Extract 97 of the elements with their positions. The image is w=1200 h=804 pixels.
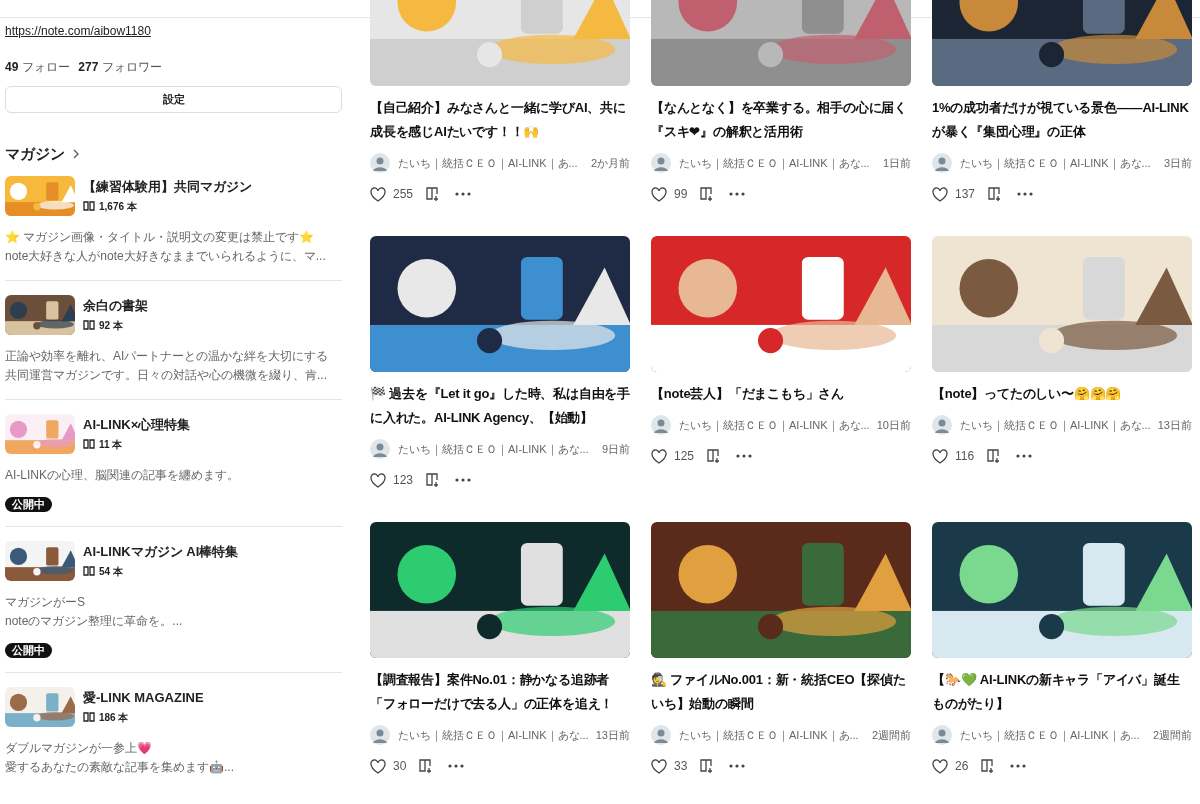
avatar <box>370 439 390 459</box>
article-count: 1,676 本 <box>99 199 137 214</box>
author-name[interactable]: たいち｜統括ＣＥＯ｜AI-LINK｜あな... <box>398 440 589 458</box>
magazine-title[interactable]: 愛-LINK MAGAZINE <box>83 688 204 708</box>
magazine-description: 愛するあなたの素敵な記事を集めます🤖... <box>5 758 235 776</box>
section-heading[interactable]: マガジン <box>5 143 65 166</box>
more-icon[interactable] <box>1010 764 1027 768</box>
article-title[interactable]: 【note芸人】「だまこもち」さん <box>651 382 911 406</box>
settings-button[interactable]: 設定 <box>5 86 342 113</box>
magazine-description: ダブルマガジンが一参上💗 <box>5 739 153 757</box>
author-name[interactable]: たいち｜統括ＣＥＯ｜AI-LINK｜あな... <box>679 154 870 172</box>
avatar <box>370 725 390 745</box>
magazine-description: 共同運営マガジンです。日々の対話や心の機微を綴り、肯... <box>5 366 328 384</box>
magazine-title[interactable]: AI-LINKマガジン AI棒特集 <box>83 542 239 562</box>
article-title[interactable]: 【自己紹介】みなさんと一緒に学びAI、共に成長を感じAIたいです！！🙌 <box>370 96 630 144</box>
avatar <box>932 725 952 745</box>
heart-icon[interactable] <box>370 758 386 774</box>
article-count: 54 本 <box>99 564 123 579</box>
post-time: 2か月前 <box>590 155 630 171</box>
more-icon[interactable] <box>455 192 472 196</box>
like-count: 33 <box>674 758 688 775</box>
more-icon[interactable] <box>729 192 746 196</box>
article-count: 11 本 <box>99 437 123 452</box>
like-count: 123 <box>393 472 414 489</box>
heart-icon[interactable] <box>651 758 667 774</box>
author-name[interactable]: たいち｜統括ＣＥＯ｜AI-LINK｜あ... <box>398 154 578 172</box>
chevron-right-icon[interactable] <box>73 149 79 160</box>
magazine-description: noteのマガジン整理に革命を。... <box>5 612 184 630</box>
magazine-title[interactable]: 【練習体験用】共同マガジン <box>83 177 252 197</box>
like-count: 255 <box>393 186 414 203</box>
status-badge: 公開中 <box>5 642 52 658</box>
heart-icon[interactable] <box>932 758 948 774</box>
like-count: 30 <box>393 758 407 775</box>
like-count: 99 <box>674 186 688 203</box>
avatar <box>651 415 671 435</box>
like-count: 116 <box>955 448 975 465</box>
more-icon[interactable] <box>448 764 465 768</box>
book-icon <box>83 319 95 332</box>
book-icon <box>83 438 95 451</box>
post-time: 1日前 <box>882 155 911 171</box>
article-title[interactable]: 🏁 過去を『Let it go』した時、私は自由を手に入れた。AI-LINK Agency、【始動】 <box>370 382 630 430</box>
more-icon[interactable] <box>455 478 472 482</box>
follow-label[interactable]: フォロー <box>22 58 71 76</box>
avatar <box>932 153 952 173</box>
book-icon <box>83 711 95 724</box>
profile-link[interactable]: https://note.com/aibow1180 <box>5 22 342 40</box>
magazine-description: マガジンがーS <box>5 593 86 611</box>
article-title[interactable]: 【🐎💚 AI-LINKの新キャラ「アイバ」誕生ものがたり】 <box>932 668 1192 716</box>
post-time: 13日前 <box>595 727 630 743</box>
heart-icon[interactable] <box>932 186 948 202</box>
author-name[interactable]: たいち｜統括ＣＥＯ｜AI-LINK｜あな... <box>960 154 1151 172</box>
more-icon[interactable] <box>1017 192 1034 196</box>
post-time: 10日前 <box>876 417 911 433</box>
article-title[interactable]: 【note】ってたのしい〜🤗🤗🤗 <box>932 382 1192 406</box>
post-time: 9日前 <box>601 441 630 457</box>
article-count: 92 本 <box>99 318 123 333</box>
magazine-description: note大好きな人がnote大好きなままでいられるように、マ... <box>5 247 327 265</box>
follow-count[interactable]: 49 <box>5 58 19 76</box>
magazine-description: ⭐ マガジン画像・タイトル・説明文の変更は禁止です⭐ <box>5 228 316 246</box>
heart-icon[interactable] <box>370 186 386 202</box>
author-name[interactable]: たいち｜統括ＣＥＯ｜AI-LINK｜あな... <box>398 726 589 744</box>
status-badge: 公開中 <box>5 496 52 512</box>
magazine-title[interactable]: 余白の書架 <box>83 296 148 316</box>
author-name[interactable]: たいち｜統括ＣＥＯ｜AI-LINK｜あ... <box>679 726 859 744</box>
avatar <box>370 153 390 173</box>
author-name[interactable]: たいち｜統括ＣＥＯ｜AI-LINK｜あな... <box>679 416 870 434</box>
post-time: 3日前 <box>1163 155 1192 171</box>
heart-icon[interactable] <box>651 448 667 464</box>
avatar <box>932 415 952 435</box>
article-title[interactable]: 【なんとなく】を卒業する。相手の心に届く『スキ❤』の解釈と活用術 <box>651 96 911 144</box>
post-time: 2週間前 <box>871 727 911 743</box>
like-count: 26 <box>955 758 969 775</box>
post-time: 2週間前 <box>1152 727 1192 743</box>
book-icon <box>83 565 95 578</box>
more-icon[interactable] <box>736 454 753 458</box>
article-title[interactable]: 1%の成功者だけが視ている景色——AI-LINKが暴く『集団心理』の正体 <box>932 96 1192 144</box>
like-count: 125 <box>674 448 695 465</box>
avatar <box>651 725 671 745</box>
heart-icon[interactable] <box>370 472 386 488</box>
post-time: 13日前 <box>1157 417 1192 433</box>
more-icon[interactable] <box>1016 454 1033 458</box>
article-count: 186 本 <box>99 710 129 725</box>
like-count: 137 <box>955 186 976 203</box>
article-title[interactable]: 🕵 ファイルNo.001：新・統括CEO【探偵たいち】始動の瞬間 <box>651 668 911 716</box>
follower-label[interactable]: フォロワー <box>102 58 163 76</box>
magazine-title[interactable]: AI-LINK×心理特集 <box>83 415 191 435</box>
article-title[interactable]: 【調査報告】案件No.01：静かなる追跡者「フォローだけで去る人」の正体を追え！ <box>370 668 630 716</box>
magazine-description: 正論や効率を離れ、AIパートナーとの温かな絆を大切にする <box>5 347 330 365</box>
follower-count[interactable]: 277 <box>78 58 99 76</box>
magazine-description: AI-LINKの心理、脳関連の記事を纏めます。 <box>5 466 240 484</box>
heart-icon[interactable] <box>651 186 667 202</box>
author-name[interactable]: たいち｜統括ＣＥＯ｜AI-LINK｜あ... <box>960 726 1140 744</box>
avatar <box>651 153 671 173</box>
more-icon[interactable] <box>729 764 746 768</box>
book-icon <box>83 200 95 213</box>
author-name[interactable]: たいち｜統括ＣＥＯ｜AI-LINK｜あな... <box>960 416 1151 434</box>
heart-icon[interactable] <box>932 448 948 464</box>
